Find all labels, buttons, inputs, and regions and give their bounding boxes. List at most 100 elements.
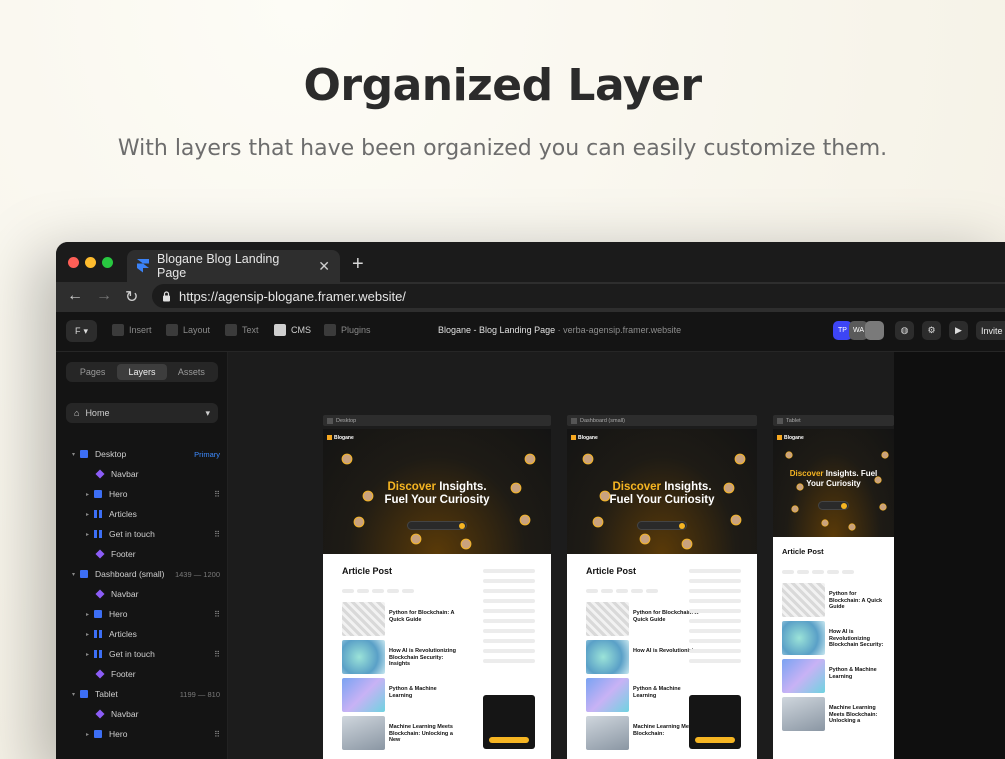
tab-pages[interactable]: Pages bbox=[68, 364, 117, 380]
layer-row[interactable]: Footer bbox=[56, 544, 228, 564]
preview-hero: Blogane Discover Insights. Fuel Your Curio… bbox=[323, 429, 551, 554]
tab-assets[interactable]: Assets bbox=[167, 364, 216, 380]
layer-row[interactable]: ▾ Tablet 1199 — 810 bbox=[56, 684, 228, 704]
chevron-right-icon[interactable]: ▸ bbox=[86, 651, 94, 658]
comp-layer-icon bbox=[95, 469, 105, 479]
layer-row[interactable]: ▸ Get in touch ⠿ bbox=[56, 524, 228, 544]
frame-layer-icon bbox=[94, 730, 102, 738]
headline-line-2: Fuel Your Curiosity bbox=[384, 494, 490, 506]
close-tab-icon[interactable]: ✕ bbox=[318, 258, 330, 275]
layer-row[interactable]: ▸ Get in touch ⠿ bbox=[56, 644, 228, 664]
article-thumbnail bbox=[342, 678, 385, 712]
chevron-down-icon[interactable]: ▾ bbox=[72, 691, 80, 698]
cms-button[interactable]: CMS bbox=[274, 324, 311, 336]
page-heading: Organized Layer bbox=[303, 60, 702, 111]
chevron-right-icon[interactable]: ▸ bbox=[86, 731, 94, 738]
frame-label[interactable]: Tablet bbox=[773, 415, 894, 426]
article-title: How AI is Revolutionizing Blockchain Sec… bbox=[389, 648, 457, 667]
text-button[interactable]: Text bbox=[225, 324, 259, 336]
layer-name: Dashboard (small) bbox=[95, 569, 165, 579]
layer-row[interactable]: ▸ Hero ⠿ bbox=[56, 484, 228, 504]
layer-row[interactable]: ▾ Desktop Primary bbox=[56, 444, 228, 464]
layer-row[interactable]: Footer bbox=[56, 664, 228, 684]
plugins-button[interactable]: Plugins bbox=[324, 324, 371, 336]
play-icon[interactable]: ▶ bbox=[949, 321, 968, 340]
layer-row[interactable]: Navbar bbox=[56, 584, 228, 604]
frame-label[interactable]: Desktop bbox=[323, 415, 551, 426]
stack-layer-icon bbox=[94, 630, 102, 638]
frame-label[interactable]: Dashboard (small) bbox=[567, 415, 757, 426]
chevron-down-icon[interactable]: ▾ bbox=[72, 451, 80, 458]
maximize-window-button[interactable] bbox=[102, 257, 113, 268]
layer-meta: Primary bbox=[194, 449, 220, 459]
grid-icon: ⠿ bbox=[214, 649, 220, 659]
framer-menu-button[interactable]: F ▾ bbox=[66, 320, 97, 342]
back-icon[interactable]: ← bbox=[67, 287, 83, 305]
plugins-icon bbox=[324, 324, 336, 336]
frame-preview[interactable]: Blogane Discover Insights. Fuel Your Curio… bbox=[323, 429, 551, 759]
layer-row[interactable]: ▸ Hero ⠿ bbox=[56, 724, 228, 744]
avatar bbox=[881, 451, 890, 459]
text-label: Text bbox=[242, 325, 259, 335]
address-bar: ← → ↻ https://agensip-blogane.framer.web… bbox=[56, 282, 1005, 312]
settings-icon[interactable]: ⚙ bbox=[922, 321, 941, 340]
collaborator-avatars: TP WA bbox=[833, 321, 884, 340]
minimize-window-button[interactable] bbox=[85, 257, 96, 268]
new-tab-icon[interactable]: + bbox=[352, 253, 364, 276]
chevron-right-icon[interactable]: ▸ bbox=[86, 611, 94, 618]
layer-name: Navbar bbox=[111, 709, 139, 719]
article-title: Python & Machine Learning bbox=[829, 667, 877, 680]
avatar bbox=[524, 453, 536, 464]
page-subheading: With layers that have been organized you… bbox=[117, 136, 888, 161]
globe-icon[interactable]: ◍ bbox=[895, 321, 914, 340]
layer-name: Footer bbox=[111, 669, 136, 679]
framer-logo-icon bbox=[137, 259, 149, 273]
insert-button[interactable]: Insert bbox=[112, 324, 152, 336]
article-title: Python & Machine Learning bbox=[389, 686, 437, 699]
layer-meta: 1439 — 1200 bbox=[174, 569, 220, 579]
layer-row[interactable]: ▸ Articles bbox=[56, 504, 228, 524]
layer-row[interactable]: Navbar bbox=[56, 704, 228, 724]
layer-row[interactable]: ▸ Hero ⠿ bbox=[56, 604, 228, 624]
avatar bbox=[785, 451, 793, 459]
frame-layer-icon bbox=[80, 690, 88, 698]
project-title[interactable]: Blogane - Blog Landing Page · verba-agen… bbox=[438, 325, 681, 335]
headline-line-2: Fuel Your Curiosity bbox=[609, 494, 715, 506]
frame-preview[interactable]: Blogane Discover Insights. Fuel Your Curio… bbox=[773, 429, 894, 759]
browser-tab[interactable]: Blogane Blog Landing Page ✕ bbox=[127, 250, 340, 282]
chevron-right-icon[interactable]: ▸ bbox=[86, 631, 94, 638]
preview-hero: Blogane Discover Insights. Fuel Your Curio… bbox=[567, 429, 757, 554]
layer-name: Hero bbox=[109, 729, 128, 739]
play-icon bbox=[327, 417, 333, 424]
tab-title: Blogane Blog Landing Page bbox=[157, 252, 280, 280]
preview-navbar: Blogane bbox=[571, 435, 753, 441]
tab-layers[interactable]: Layers bbox=[117, 364, 167, 380]
chevron-down-icon: ▾ bbox=[205, 407, 210, 418]
chevron-right-icon[interactable]: ▸ bbox=[86, 491, 94, 498]
layout-button[interactable]: Layout bbox=[166, 324, 210, 336]
preview-promo-card bbox=[483, 695, 535, 749]
frame-layer-icon bbox=[94, 490, 102, 498]
chevron-right-icon[interactable]: ▸ bbox=[86, 531, 94, 538]
insert-icon bbox=[112, 324, 124, 336]
layer-row[interactable]: ▾ Dashboard (small) 1439 — 1200 bbox=[56, 564, 228, 584]
layer-row[interactable]: Navbar bbox=[56, 464, 228, 484]
layer-row[interactable]: ▸ Articles bbox=[56, 624, 228, 644]
avatar bbox=[341, 453, 353, 464]
frame-preview[interactable]: Blogane Discover Insights. Fuel Your Curio… bbox=[567, 429, 757, 759]
preview-tags bbox=[782, 570, 854, 574]
close-window-button[interactable] bbox=[68, 257, 79, 268]
reload-icon[interactable]: ↻ bbox=[125, 287, 138, 307]
comp-layer-icon bbox=[95, 669, 105, 679]
chevron-right-icon[interactable]: ▸ bbox=[86, 511, 94, 518]
home-icon: ⌂ bbox=[74, 408, 80, 418]
url-field[interactable]: https://agensip-blogane.framer.website/ bbox=[152, 284, 1005, 308]
chevron-down-icon[interactable]: ▾ bbox=[72, 571, 80, 578]
forward-icon[interactable]: → bbox=[96, 287, 112, 305]
avatar-photo[interactable] bbox=[865, 321, 884, 340]
invite-button[interactable]: Invite bbox=[976, 321, 1005, 340]
page-selector[interactable]: ⌂ Home ▾ bbox=[66, 403, 218, 423]
article-thumbnail bbox=[586, 678, 629, 712]
design-canvas[interactable]: Desktop Blogane Discover Insights. Fuel You… bbox=[228, 352, 894, 759]
article-thumbnail bbox=[586, 640, 629, 674]
